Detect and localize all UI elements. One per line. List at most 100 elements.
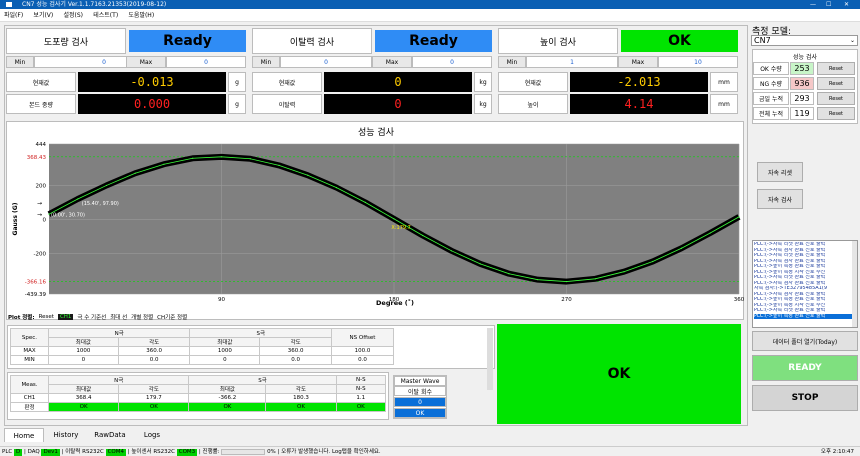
maximize-icon[interactable]: ☐ bbox=[826, 0, 831, 9]
log-selected-item[interactable]: PLC:(->높이 측정 완료 신호 출력 bbox=[754, 313, 856, 319]
menu-help[interactable]: 도움말(H) bbox=[124, 9, 158, 22]
result-unit: g bbox=[228, 94, 246, 114]
status-bar: PLC D | DAQ Dev1 | 이탈력 RS232C COM4 | 높이센… bbox=[0, 446, 860, 456]
table-cell[interactable]: 0.0 bbox=[117, 355, 191, 365]
table-cell[interactable]: 1000 bbox=[48, 346, 119, 356]
table-cell[interactable]: 1000 bbox=[189, 346, 261, 356]
counter-reset-button[interactable]: Reset bbox=[817, 77, 855, 90]
open-data-folder-button[interactable]: 데이터 폴더 열기(Today) bbox=[752, 331, 858, 351]
test-panel-height: 높이 검사 OK Min 1 Max 10 현재값 -2.013 mm 높이 4… bbox=[498, 28, 738, 116]
meas-table-panel: Meas. N극 S극 N-S 최대값 각도 최대값 각도 N-S CH1 36… bbox=[7, 372, 389, 420]
result-label: 본드 중량 bbox=[6, 94, 76, 114]
counter-reset-button[interactable]: Reset bbox=[817, 107, 855, 120]
data-point bbox=[738, 216, 740, 218]
tab-home[interactable]: Home bbox=[4, 428, 44, 442]
table-cell[interactable]: 100.0 bbox=[331, 346, 394, 356]
log-list[interactable]: PLC:(->자속 리셋 완료 신호 출력 PLC:(->자속 검사 완료 신호 … bbox=[752, 240, 858, 328]
menu-file[interactable]: 파일(F) bbox=[0, 9, 27, 22]
plot-max-line-button[interactable]: 최대 선 bbox=[110, 313, 127, 321]
test-status: Ready bbox=[375, 30, 492, 52]
counter-reset-button[interactable]: Reset bbox=[817, 62, 855, 75]
spec-table: Spec. N극 S극 NS Offset 최대값 각도 최대값 각도 MAX … bbox=[10, 328, 394, 365]
counter-panel: 성능 검사 OK 수량 253 Reset NG 수량 936 Reset 금일 누… bbox=[752, 49, 858, 124]
tab-history[interactable]: History bbox=[46, 428, 86, 442]
row-label: MIN bbox=[10, 355, 49, 365]
plot-individual-sort-button[interactable]: 개별 정렬 bbox=[131, 313, 153, 321]
data-point bbox=[105, 184, 108, 187]
data-point bbox=[364, 201, 366, 204]
counter-reset-button[interactable]: Reset bbox=[817, 92, 855, 105]
test-name: 높이 검사 bbox=[498, 28, 618, 54]
table-cell[interactable]: 360.0 bbox=[259, 346, 332, 356]
data-point bbox=[422, 234, 424, 237]
table-cell[interactable]: 0 bbox=[189, 355, 261, 365]
x-tick-label: 90 bbox=[218, 297, 225, 303]
table-row: MAX 1000 360.0 1000 360.0 100.0 bbox=[10, 346, 394, 356]
data-point bbox=[479, 263, 481, 265]
table-row: 판정 OK OK OK OK OK bbox=[10, 402, 387, 412]
master-wave-judge: OK bbox=[394, 408, 446, 418]
data-point bbox=[709, 232, 711, 234]
counter-title: 성능 검사 bbox=[793, 54, 817, 61]
flux-reset-button[interactable]: 자속 리셋 bbox=[757, 162, 803, 182]
min-label: Min bbox=[6, 56, 34, 68]
log-scrollbar[interactable] bbox=[852, 241, 857, 327]
data-point bbox=[565, 280, 568, 283]
height-rs232-status: COM3 bbox=[176, 449, 198, 456]
pullout-rs232-status: COM4 bbox=[105, 449, 126, 456]
data-point bbox=[537, 279, 539, 281]
sub-max: 최대값 bbox=[188, 384, 267, 394]
chart-panel: 성능 검사 90 180 270 360 444 368.43 200 0 -200 -366.1… bbox=[6, 121, 745, 321]
gauss-chart[interactable]: 90 180 270 360444368.432000-200-366.16-439.… bbox=[7, 135, 745, 321]
master-wave-value: 0 bbox=[394, 397, 446, 407]
flux-test-button[interactable]: 자속 검사 bbox=[757, 189, 803, 209]
daq-label: DAQ bbox=[27, 449, 40, 455]
sub-ns: N-S bbox=[335, 384, 387, 394]
stop-button[interactable]: STOP bbox=[752, 385, 858, 411]
menu-settings[interactable]: 설정(S) bbox=[59, 9, 87, 22]
data-point bbox=[134, 172, 136, 174]
plc-status: D bbox=[13, 449, 23, 456]
ready-button[interactable]: READY bbox=[752, 355, 858, 381]
data-point bbox=[278, 164, 280, 166]
menu-test[interactable]: 테스트(T) bbox=[89, 9, 122, 22]
data-point bbox=[508, 273, 510, 275]
max-value: 10 bbox=[658, 56, 738, 68]
daq-status: Dev1 bbox=[41, 449, 60, 456]
table-cell[interactable]: 360.0 bbox=[117, 346, 191, 356]
max-value: 0 bbox=[166, 56, 246, 68]
window-title: CN7 성능 검사기 Ver.1.1.7163.21353(2019-08-12… bbox=[22, 1, 167, 8]
minimize-icon[interactable]: — bbox=[810, 0, 816, 9]
meas-table: Meas. N극 S극 N-S 최대값 각도 최대값 각도 N-S CH1 36… bbox=[10, 375, 387, 412]
counter-label: 금일 누적 bbox=[753, 92, 789, 105]
tab-logs[interactable]: Logs bbox=[134, 428, 170, 442]
spec-header: Spec. bbox=[10, 328, 49, 347]
tab-rawdata[interactable]: RawData bbox=[88, 428, 132, 442]
menu-bar: 파일(F) 보기(V) 설정(S) 테스트(T) 도움말(H) bbox=[0, 9, 860, 22]
model-select[interactable]: CN7 ⌄ bbox=[751, 35, 858, 46]
current-unit: kg bbox=[474, 72, 492, 92]
data-point bbox=[48, 213, 50, 215]
result-unit: kg bbox=[474, 94, 492, 114]
counter-value: 253 bbox=[790, 62, 814, 75]
current-value: -2.013 bbox=[570, 72, 708, 92]
plot-reset-button[interactable]: Reset bbox=[39, 314, 54, 320]
plot-ch1-button[interactable]: CH1 bbox=[57, 313, 74, 320]
table-row: MIN 0 0.0 0 0.0 0.0 bbox=[10, 355, 394, 365]
result-label: 높이 bbox=[498, 94, 568, 114]
y-axis-label: Gauss (G) bbox=[12, 202, 19, 235]
table-scrollbar[interactable] bbox=[487, 328, 493, 390]
table-cell[interactable]: 0 bbox=[48, 355, 119, 365]
plot-ch-sort-button[interactable]: CH기준 정렬 bbox=[157, 313, 187, 321]
ns-offset-header: NS Offset bbox=[331, 328, 394, 347]
sub-max: 최대값 bbox=[189, 337, 261, 347]
menu-view[interactable]: 보기(V) bbox=[29, 9, 57, 22]
table-cell[interactable]: 0.0 bbox=[259, 355, 332, 365]
row-label: MAX bbox=[10, 346, 49, 356]
close-icon[interactable]: ✕ bbox=[844, 0, 849, 9]
master-wave-sub: 이탈 회수 bbox=[394, 386, 446, 396]
table-cell[interactable]: 0.0 bbox=[331, 355, 394, 365]
meas-header: Meas. bbox=[10, 375, 49, 394]
plot-pole-baseline-button[interactable]: 극 수 기준선 bbox=[77, 313, 106, 321]
result-unit: mm bbox=[710, 94, 738, 114]
